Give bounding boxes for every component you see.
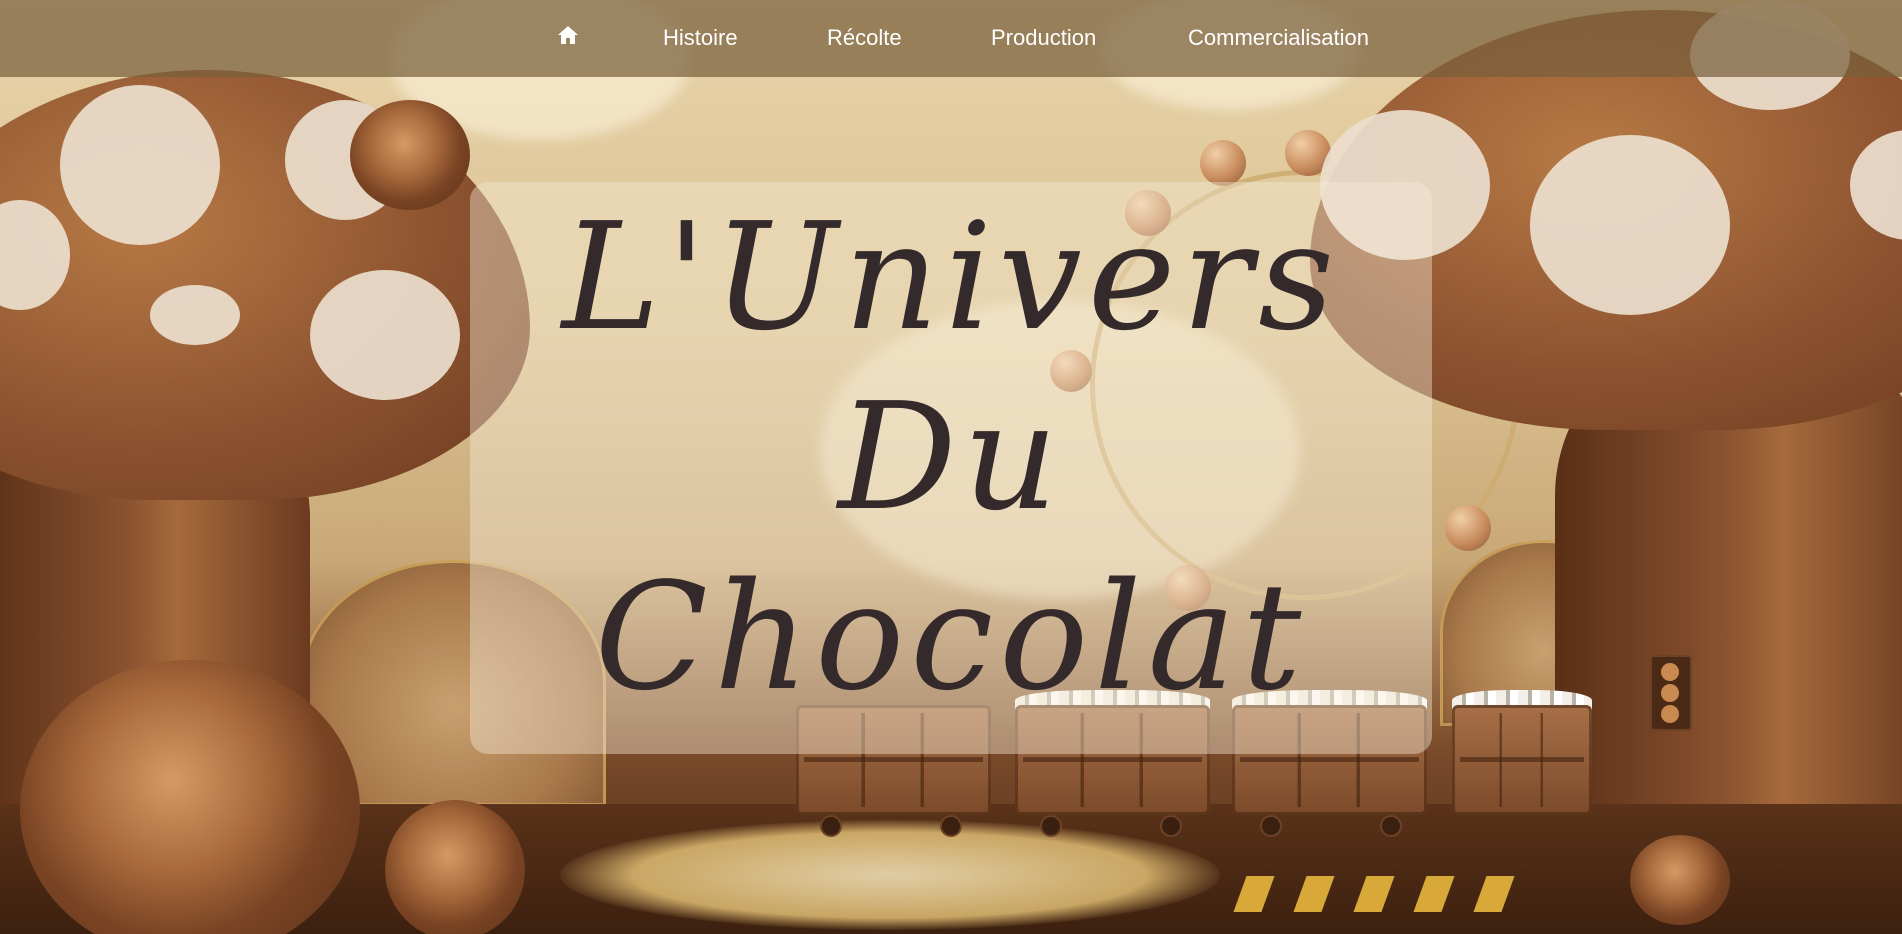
snail-head — [385, 800, 525, 934]
train-wheel — [1260, 815, 1282, 837]
snail-shell — [1630, 835, 1730, 925]
home-icon[interactable] — [557, 24, 579, 46]
mushroom-dot — [60, 85, 220, 245]
nav-link-production[interactable]: Production — [991, 24, 1096, 52]
ferris-ball — [1200, 140, 1246, 186]
train-wheel — [820, 815, 842, 837]
mushroom-dot — [1530, 135, 1730, 315]
train-wheel — [940, 815, 962, 837]
top-navigation-bar: Histoire Récolte Production Commercialis… — [0, 0, 1902, 77]
snail-shell — [350, 100, 470, 210]
hero-title-line-1: L'Univers — [561, 191, 1341, 363]
train-wheel — [1160, 815, 1182, 837]
train-car — [1452, 705, 1592, 815]
hero-title-line-2: Du — [838, 371, 1064, 543]
ferris-ball — [1445, 505, 1491, 551]
hero-title-line-3: Chocolat — [594, 551, 1308, 723]
mushroom-dot — [310, 270, 460, 400]
nav-link-commercialisation[interactable]: Commercialisation — [1188, 24, 1369, 52]
nav-link-histoire[interactable]: Histoire — [663, 24, 738, 52]
hero-title-panel: L'Univers Du Chocolat — [470, 182, 1432, 754]
train-wheel — [1380, 815, 1402, 837]
train-wheel — [1040, 815, 1062, 837]
nav-link-recolte[interactable]: Récolte — [827, 24, 902, 52]
doily — [560, 820, 1220, 930]
mushroom-dot — [150, 285, 240, 345]
traffic-light — [1650, 655, 1692, 731]
